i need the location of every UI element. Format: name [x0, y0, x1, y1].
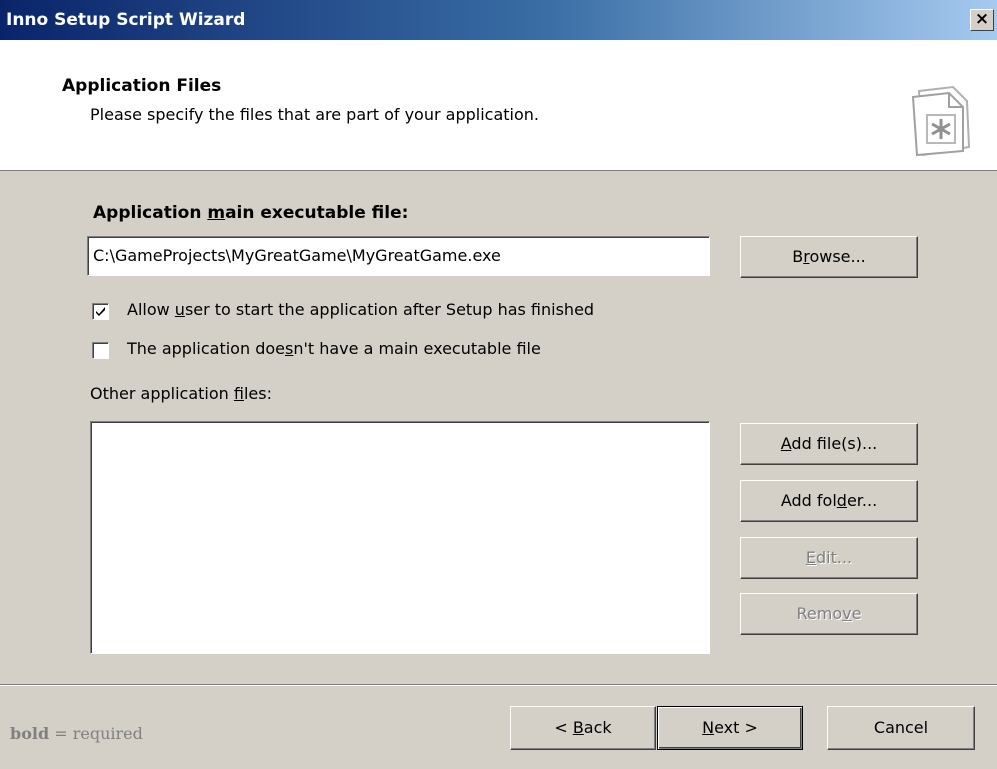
cancel-button[interactable]: Cancel	[827, 706, 975, 750]
wizard-header: Application Files Please specify the fil…	[0, 40, 997, 171]
allow-start-label[interactable]: Allow user to start the application afte…	[127, 300, 594, 319]
edit-button[interactable]: Edit...	[740, 537, 918, 579]
remove-button[interactable]: Remove	[740, 593, 918, 635]
title-bar: Inno Setup Script Wizard ×	[0, 0, 997, 40]
back-button[interactable]: < Back	[510, 706, 656, 750]
page-title: Application Files	[62, 76, 222, 96]
no-main-exe-checkbox[interactable]	[92, 342, 109, 359]
footer-separator	[0, 684, 997, 686]
browse-button[interactable]: Browse...	[740, 236, 918, 278]
main-exe-label: Application main executable file:	[93, 203, 409, 223]
window-title: Inno Setup Script Wizard	[6, 10, 246, 30]
allow-start-checkbox[interactable]	[92, 303, 109, 320]
close-button[interactable]: ×	[970, 9, 994, 31]
other-files-label: Other application files:	[90, 384, 272, 403]
page-subtitle: Please specify the files that are part o…	[90, 105, 539, 124]
no-main-exe-label[interactable]: The application doesn't have a main exec…	[127, 339, 541, 358]
wizard-document-icon	[911, 85, 971, 157]
main-exe-input[interactable]: C:\GameProjects\MyGreatGame\MyGreatGame.…	[87, 236, 710, 276]
checkmark-icon	[96, 307, 105, 316]
required-note: bold = required	[10, 724, 143, 743]
close-icon: ×	[974, 9, 990, 29]
other-files-list[interactable]	[90, 421, 710, 654]
add-folder-button[interactable]: Add folder...	[740, 480, 918, 522]
add-files-button[interactable]: Add file(s)...	[740, 423, 918, 465]
next-button[interactable]: Next >	[657, 706, 803, 750]
